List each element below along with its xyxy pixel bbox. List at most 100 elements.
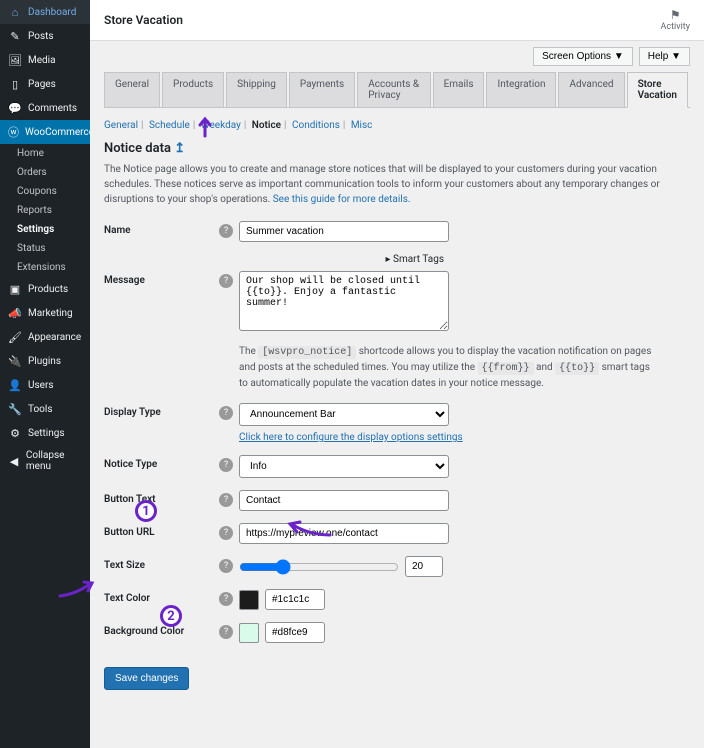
sidebar-item-settings[interactable]: ⚙Settings: [0, 421, 90, 445]
text-color-swatch[interactable]: [239, 590, 259, 610]
notice-type-select[interactable]: Info: [239, 455, 449, 478]
sidebar-sub-reports[interactable]: Reports: [0, 201, 90, 220]
button-text-input[interactable]: [239, 490, 449, 511]
section-description: The Notice page allows you to create and…: [104, 162, 690, 207]
button-url-label: Button URL: [104, 523, 219, 538]
subtab-schedule[interactable]: Schedule: [149, 120, 190, 131]
help-icon[interactable]: ?: [219, 458, 233, 472]
sidebar-item-label: Collapse menu: [26, 450, 82, 472]
subtab-weekday[interactable]: Weekday: [201, 120, 241, 131]
screen-options-label: Screen Options: [542, 51, 611, 62]
plugin-icon: 🔌: [8, 354, 22, 368]
sidebar-item-posts[interactable]: ✎ Posts: [0, 24, 90, 48]
help-label: Help: [648, 51, 669, 62]
sidebar-item-dashboard[interactable]: ⌂Dashboard: [0, 0, 90, 24]
text-size-input[interactable]: [405, 556, 443, 577]
name-label: Name: [104, 221, 219, 236]
sidebar-item-label: Plugins: [28, 356, 61, 367]
tab-general[interactable]: General: [104, 72, 160, 107]
help-icon[interactable]: ?: [219, 493, 233, 507]
sidebar-sub-settings[interactable]: Settings: [0, 220, 90, 239]
media-icon: 🖼: [8, 53, 22, 67]
display-type-select[interactable]: Announcement Bar: [239, 403, 449, 426]
button-url-input[interactable]: [239, 523, 449, 544]
text-color-label: Text Color: [104, 589, 219, 604]
help-icon[interactable]: ?: [219, 559, 233, 573]
sidebar-item-plugins[interactable]: 🔌 Plugins: [0, 349, 90, 373]
tab-integration[interactable]: Integration: [486, 72, 556, 107]
sidebar-item-appearance[interactable]: 🖌Appearance: [0, 325, 90, 349]
sidebar-item-label: Comments: [28, 103, 77, 114]
help-icon[interactable]: ?: [219, 592, 233, 606]
tab-products[interactable]: Products: [162, 72, 224, 107]
sidebar-item-tools[interactable]: 🔧Tools: [0, 397, 90, 421]
comment-icon: 💬: [8, 101, 22, 115]
save-button[interactable]: Save changes: [104, 667, 189, 690]
name-input[interactable]: [239, 221, 449, 242]
tab-payments[interactable]: Payments: [289, 72, 355, 107]
sidebar-sub-extensions[interactable]: Extensions: [0, 258, 90, 277]
bg-color-swatch[interactable]: [239, 623, 259, 643]
sidebar-item-label: WooCommerce: [25, 127, 94, 138]
subtabs: General| Schedule| Weekday| Notice| Cond…: [104, 116, 690, 141]
tab-accounts[interactable]: Accounts & Privacy: [357, 72, 430, 107]
tab-shipping[interactable]: Shipping: [226, 72, 287, 107]
user-icon: 👤: [8, 378, 22, 392]
message-textarea[interactable]: Our shop will be closed until {{to}}. En…: [239, 271, 449, 331]
collapse-icon: ◀: [8, 454, 20, 468]
subtab-notice[interactable]: Notice: [252, 120, 281, 131]
wrench-icon: 🔧: [8, 402, 22, 416]
help-icon[interactable]: ?: [219, 625, 233, 639]
notice-type-label: Notice Type: [104, 455, 219, 470]
sidebar-item-marketing[interactable]: 📣Marketing: [0, 301, 90, 325]
brush-icon: 🖌: [8, 330, 22, 344]
sidebar-item-label: Media: [28, 55, 56, 66]
subtab-conditions[interactable]: Conditions: [292, 120, 340, 131]
text-color-input[interactable]: [265, 589, 325, 610]
tab-store-vacation[interactable]: Store Vacation: [627, 72, 688, 108]
sidebar-sub-home[interactable]: Home: [0, 144, 90, 163]
annotation-circle-1: 1: [135, 500, 157, 522]
message-hint: The [wsvpro_notice] shortcode allows you…: [239, 344, 659, 391]
help-icon[interactable]: ?: [219, 274, 233, 288]
bg-color-input[interactable]: [265, 622, 325, 643]
sidebar-item-collapse[interactable]: ◀ Collapse menu: [0, 445, 90, 477]
help-icon[interactable]: ?: [219, 406, 233, 420]
screen-options-button[interactable]: Screen Options ▼: [533, 47, 633, 66]
guide-link[interactable]: See this guide for more details.: [273, 194, 411, 205]
activity-widget[interactable]: ⚑ Activity: [661, 8, 690, 32]
help-button[interactable]: Help ▼: [639, 47, 690, 66]
display-config-link[interactable]: Click here to configure the display opti…: [239, 432, 463, 443]
sidebar-item-label: Products: [28, 284, 68, 295]
tab-emails[interactable]: Emails: [433, 72, 485, 107]
help-icon[interactable]: ?: [219, 526, 233, 540]
sidebar-sub-orders[interactable]: Orders: [0, 163, 90, 182]
sidebar-item-label: Marketing: [28, 308, 73, 319]
sidebar-item-woocommerce[interactable]: ⓦWooCommerce: [0, 120, 90, 144]
smart-tags-toggle[interactable]: ▸ Smart Tags: [104, 254, 444, 265]
sidebar-item-pages[interactable]: ▯ Pages: [0, 72, 90, 96]
annotation-circle-2: 2: [160, 605, 182, 627]
back-arrow-icon[interactable]: ↥: [174, 141, 185, 156]
bg-color-label: Background Color: [104, 622, 219, 637]
sidebar-item-comments[interactable]: 💬 Comments: [0, 96, 90, 120]
tab-advanced[interactable]: Advanced: [558, 72, 624, 107]
sidebar-item-users[interactable]: 👤Users: [0, 373, 90, 397]
subtab-misc[interactable]: Misc: [351, 120, 373, 131]
flag-icon: ⚑: [661, 8, 690, 22]
admin-sidebar: ⌂Dashboard ✎ Posts 🖼 Media ▯ Pages 💬 Comment…: [0, 0, 90, 748]
subtab-general[interactable]: General: [104, 120, 138, 131]
sidebar-item-label: Posts: [28, 31, 54, 42]
sidebar-sub-coupons[interactable]: Coupons: [0, 182, 90, 201]
sidebar-item-media[interactable]: 🖼 Media: [0, 48, 90, 72]
button-text-label: Button Text: [104, 490, 219, 505]
products-icon: ▣: [8, 282, 22, 296]
pin-icon: ✎: [8, 29, 22, 43]
page-icon: ▯: [8, 77, 22, 91]
text-size-slider[interactable]: [239, 559, 399, 575]
help-icon[interactable]: ?: [219, 224, 233, 238]
display-type-label: Display Type: [104, 403, 219, 418]
sidebar-item-products[interactable]: ▣ Products: [0, 277, 90, 301]
sidebar-sub-status[interactable]: Status: [0, 239, 90, 258]
sidebar-item-label: Pages: [28, 79, 56, 90]
